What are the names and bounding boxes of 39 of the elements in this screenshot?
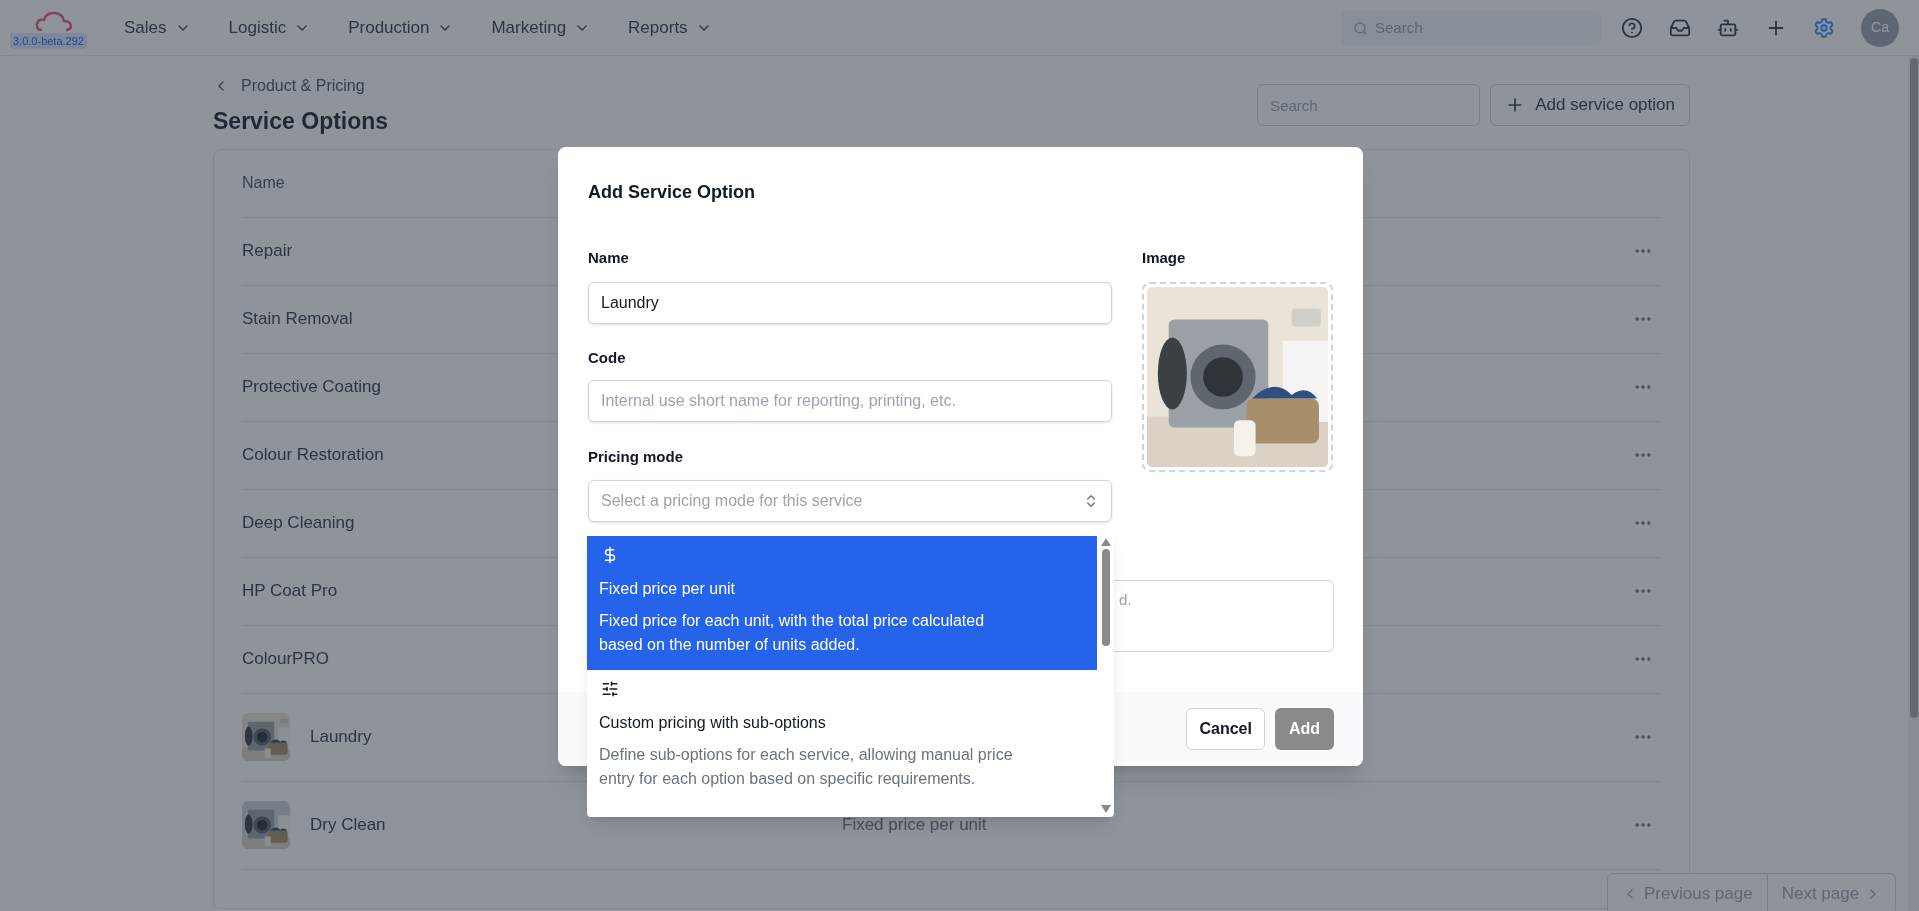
table-cell-text: Stain Removal bbox=[242, 308, 353, 331]
nav-menu-item[interactable]: Sales bbox=[124, 14, 191, 41]
search-icon bbox=[1353, 20, 1368, 36]
field-label: Name bbox=[588, 248, 630, 268]
table-cell-text: ColourPRO bbox=[242, 648, 329, 671]
name-field[interactable]: Laundry bbox=[588, 282, 1112, 324]
sliders-icon bbox=[601, 680, 619, 698]
table-cell-text: Repair bbox=[242, 240, 293, 263]
field-label: Pricing mode bbox=[588, 447, 685, 467]
table-cell-text: Colour Restoration bbox=[242, 444, 384, 467]
nav-menu-item[interactable]: Marketing bbox=[491, 14, 591, 41]
help-icon[interactable] bbox=[1621, 16, 1643, 39]
nav-menu-item[interactable]: Logistic bbox=[228, 14, 311, 41]
nav-menu-item[interactable]: Production bbox=[348, 14, 454, 41]
table-cell-text: Dry Clean bbox=[310, 814, 386, 837]
field-label: Image bbox=[1142, 248, 1187, 268]
scrollbar-thumb[interactable] bbox=[1101, 549, 1110, 646]
settings-icon[interactable] bbox=[1813, 16, 1835, 39]
add-service-option-button[interactable]: Add service option bbox=[1490, 84, 1690, 126]
code-field[interactable]: Internal use short name for reporting, printing, etc. bbox=[588, 380, 1112, 422]
scrollbar-thumb[interactable] bbox=[1909, 58, 1918, 718]
table-cell-text: Fixed price per unit bbox=[842, 814, 987, 837]
column-header: Name bbox=[242, 173, 285, 193]
breadcrumb-link[interactable]: Product & Pricing bbox=[213, 74, 365, 98]
page-title: Service Options bbox=[213, 107, 389, 136]
table-cell-text: Protective Coating bbox=[242, 376, 381, 399]
dialog-title: Add Service Option bbox=[588, 181, 757, 203]
scroll-down-icon[interactable] bbox=[1100, 805, 1111, 813]
table-cell-text: HP Coat Pro bbox=[242, 580, 338, 603]
nav-menu-item[interactable]: Reports bbox=[628, 14, 712, 41]
cloud-logo-icon[interactable] bbox=[34, 9, 74, 34]
table-cell-text: Deep Cleaning bbox=[242, 512, 355, 535]
cancel-button[interactable]: Cancel bbox=[1186, 708, 1265, 750]
scroll-up-icon[interactable] bbox=[1100, 538, 1111, 546]
table-cell-text: Laundry bbox=[310, 726, 372, 749]
pricing-mode-select[interactable]: Select a pricing mode for this service bbox=[588, 480, 1112, 522]
pricing-option[interactable]: Fixed price per unit Fixed price for each unit, with the total price calculated based on the number of units added. bbox=[587, 536, 1097, 670]
version-badge: 3.0.0-beta.292 bbox=[10, 32, 87, 49]
field-label: Code bbox=[588, 348, 627, 368]
